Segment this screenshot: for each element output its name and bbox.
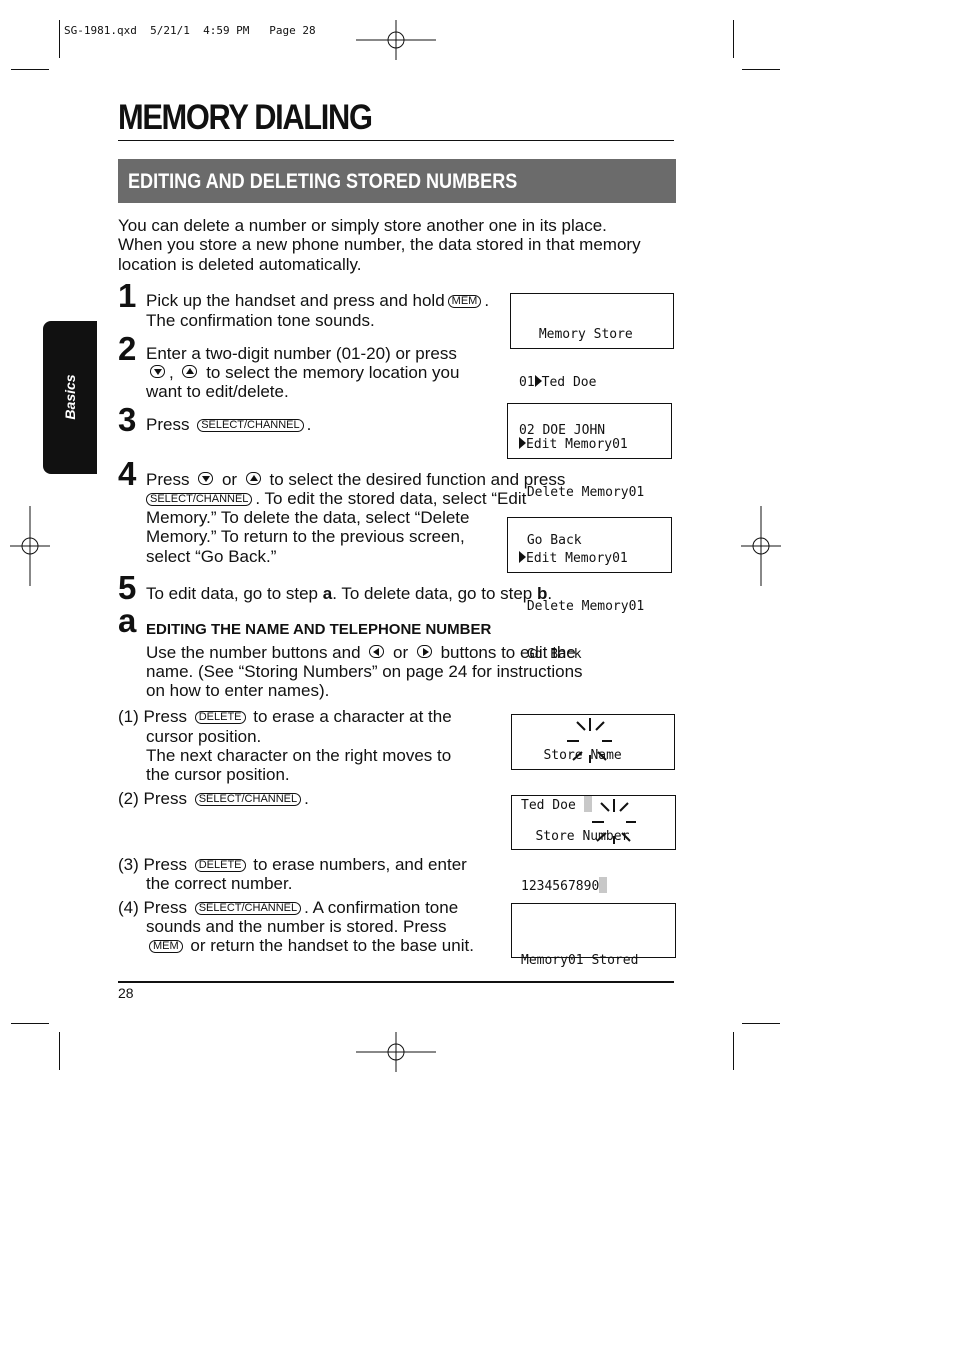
- step-text: select “Go Back.”: [146, 547, 277, 566]
- up-arrow-key-icon: [245, 472, 261, 485]
- step-letter: a: [118, 602, 137, 639]
- step-text: Press SELECT/CHANNEL.: [146, 415, 312, 434]
- file-slug: SG-1981.qxd 5/21/1 4:59 PM Page 28: [64, 24, 316, 37]
- substep-text: The next character on the right moves to: [146, 746, 452, 765]
- step-text: The confirmation tone sounds.: [146, 311, 375, 330]
- selection-pointer-icon: [519, 551, 526, 563]
- crop-mark: [733, 20, 734, 58]
- delete-key: DELETE: [194, 711, 246, 724]
- crop-mark: [11, 69, 49, 70]
- blinking-cursor-icon: [599, 877, 608, 893]
- section-title: EDITING AND DELETING STORED NUMBERS: [128, 170, 518, 193]
- step-text: Press or to select the desired function …: [146, 470, 566, 489]
- lcd-display-store-number: Store Number 1234567890: [511, 795, 676, 894]
- select-channel-key: SELECT/CHANNEL: [197, 419, 304, 432]
- select-channel-key: SELECT/CHANNEL: [146, 493, 253, 506]
- lcd-display-store-name: Store Name Ted Doe: [511, 714, 675, 813]
- left-arrow-key-icon: [369, 645, 385, 658]
- intro-text: location is deleted automatically.: [118, 255, 362, 274]
- step-number: 2: [118, 330, 137, 367]
- page-title: MEMORY DIALING: [118, 98, 373, 137]
- step-text: want to edit/delete.: [146, 382, 289, 401]
- footer-rule: [118, 981, 674, 983]
- substep-text: MEM or return the handset to the base un…: [146, 936, 474, 955]
- down-arrow-key-icon: [198, 472, 214, 485]
- registration-mark-icon: [356, 20, 436, 60]
- down-arrow-key-icon: [150, 365, 165, 378]
- up-arrow-key-icon: [182, 365, 198, 378]
- substep-text: the cursor position.: [146, 765, 290, 784]
- intro-text: You can delete a number or simply store …: [118, 216, 607, 235]
- mem-key: MEM: [447, 295, 482, 308]
- crop-mark: [742, 69, 780, 70]
- mem-key: MEM: [149, 940, 183, 953]
- intro-text: When you store a new phone number, the d…: [118, 235, 641, 254]
- step-text: Pick up the handset and press and hold ME…: [146, 291, 490, 310]
- right-arrow-key-icon: [416, 645, 432, 658]
- step-number: 5: [118, 569, 137, 606]
- registration-mark-icon: [356, 1032, 436, 1072]
- registration-mark-icon: [741, 506, 781, 586]
- section-banner: EDITING AND DELETING STORED NUMBERS: [118, 159, 676, 203]
- side-tab-label: Basics: [62, 374, 78, 420]
- substep-text: (2) Press SELECT/CHANNEL.: [118, 789, 309, 808]
- lcd-display-edit-menu: Edit Memory01 Delete Memory01 Go Back: [507, 403, 672, 548]
- step-text: Enter a two-digit number (01-20) or pres…: [146, 344, 457, 363]
- substep-text: (3) Press DELETE to erase numbers, and e…: [118, 855, 467, 874]
- step-text: To edit data, go to step a. To delete da…: [146, 584, 553, 603]
- page-number: 28: [118, 985, 134, 1001]
- substep-text: (1) Press DELETE to erase a character at…: [118, 707, 452, 726]
- manual-page: SG-1981.qxd 5/21/1 4:59 PM Page 28 MEMOR…: [0, 0, 954, 1351]
- crop-mark: [59, 20, 60, 58]
- lcd-display-edit-menu: Edit Memory01 Delete Memory01 Go Back: [507, 517, 672, 662]
- substep-text: (4) Press SELECT/CHANNEL. A confirmation…: [118, 898, 459, 917]
- step-number: 4: [118, 455, 137, 492]
- lcd-display-memory-store: Memory Store 01 Ted Doe 02 DOE JOHN: [510, 293, 674, 438]
- step-text: on how to enter names).: [146, 681, 330, 700]
- step-text: Memory.” To delete the data, select “Del…: [146, 508, 470, 527]
- delete-key: DELETE: [194, 859, 246, 872]
- crop-mark: [742, 1023, 780, 1024]
- subsection-heading: EDITING THE NAME AND TELEPHONE NUMBER: [146, 621, 492, 638]
- lcd-display-stored: Memory01 Stored: [511, 903, 676, 968]
- crop-mark: [59, 1032, 60, 1070]
- substep-text: sounds and the number is stored. Press: [146, 917, 447, 936]
- registration-mark-icon: [10, 506, 50, 586]
- step-text: , to select the memory location you: [146, 363, 459, 382]
- crop-mark: [733, 1032, 734, 1070]
- crop-mark: [11, 1023, 49, 1024]
- side-tab: Basics: [43, 321, 97, 474]
- substep-text: the correct number.: [146, 874, 293, 893]
- step-text: SELECT/CHANNEL. To edit the stored data,…: [146, 489, 526, 508]
- substep-text: cursor position.: [146, 727, 262, 746]
- title-rule: [118, 140, 674, 141]
- select-channel-key: SELECT/CHANNEL: [194, 902, 302, 915]
- blink-rays-icon: [567, 718, 612, 763]
- blink-rays-icon: [592, 799, 636, 844]
- step-text: Memory.” To return to the previous scree…: [146, 527, 465, 546]
- step-number: 1: [118, 277, 137, 314]
- select-channel-key: SELECT/CHANNEL: [194, 793, 302, 806]
- selection-pointer-icon: [519, 437, 526, 449]
- step-number: 3: [118, 401, 137, 438]
- selection-pointer-icon: [534, 375, 542, 387]
